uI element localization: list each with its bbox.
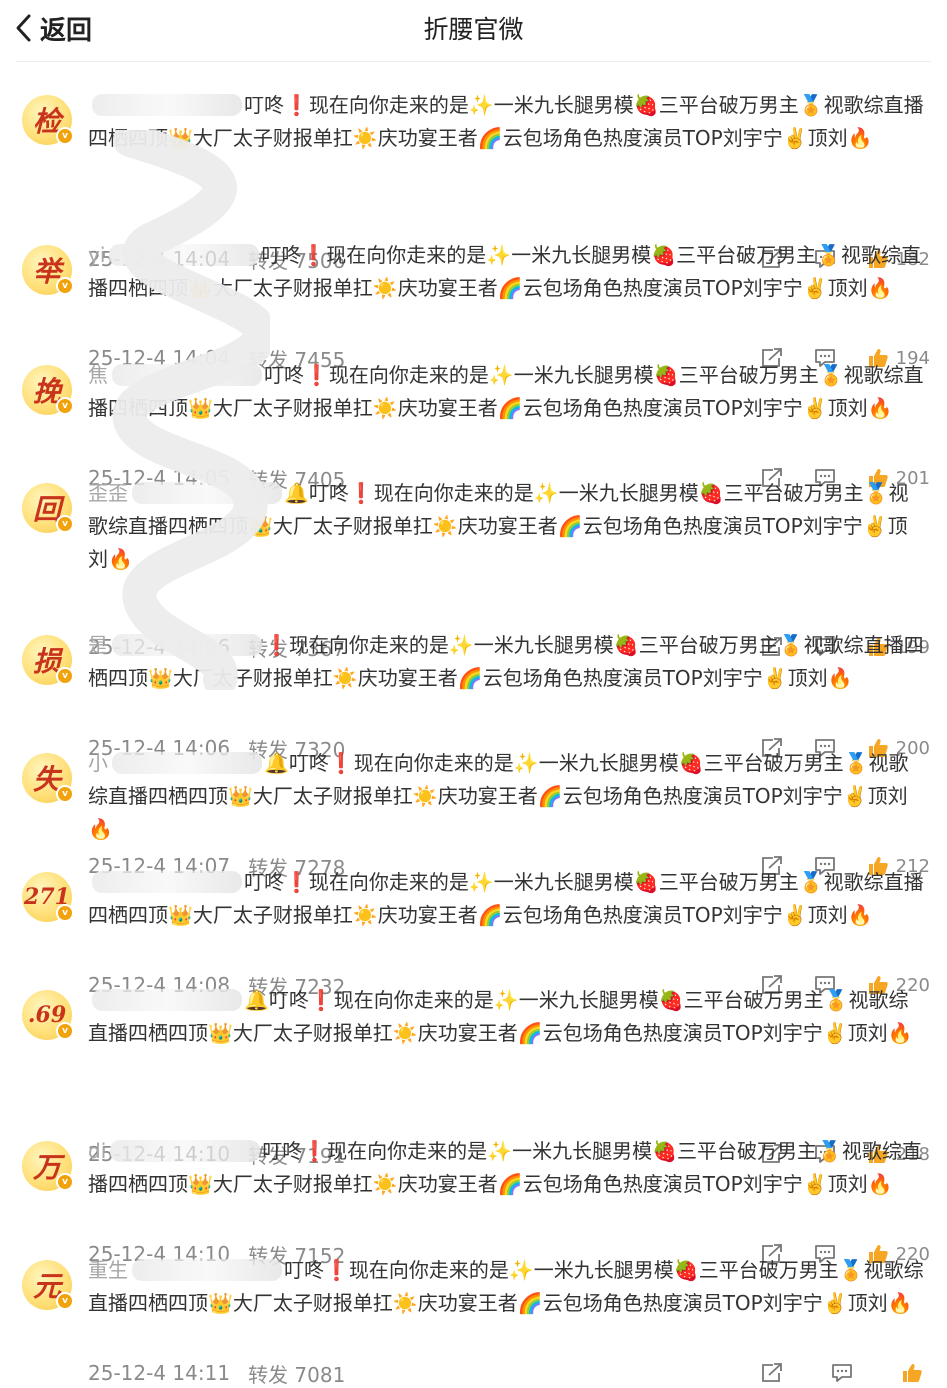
repost-text: di 叮咚❗现在向你走来的是✨一米九长腿男模🍓三平台破万男主🏅视歌综直播四栖四顶👑… [88,1135,924,1201]
repost-text: 🔔叮咚❗现在向你走来的是✨一米九长腿男模🍓三平台破万男主🏅视歌综直播四栖四顶👑大… [88,984,924,1050]
blurred-username [112,752,262,774]
repost-text: yi 叮咚❗现在向你走来的是✨一米九长腿男模🍓三平台破万男主🏅视歌综直播四栖四顶👑… [88,239,924,305]
verified-badge-icon: v [56,277,74,295]
page-title: 折腰官微 [423,15,524,44]
verified-badge-icon: v [56,397,74,415]
avatar[interactable]: 举 v [22,245,74,295]
meta-row: 25-12-4 14:11 转发 7081 [88,1360,346,1387]
like-icon [900,1361,924,1385]
avatar[interactable]: 失 v [22,753,74,803]
top-nav-bar: 返回 折腰官微 [0,0,947,58]
avatar[interactable]: 损 v [22,635,74,685]
avatar[interactable]: 回 v [22,483,74,533]
comment-icon[interactable] [830,1362,854,1384]
verified-badge-icon: v [56,1173,74,1191]
blurred-username [92,871,242,893]
repost-text: 歪歪 🔔叮咚❗现在向你走来的是✨一米九长腿男模🍓三平台破万男主🏅视歌综直播四栖四顶… [88,477,924,576]
repost-text: 叮咚❗现在向你走来的是✨一米九长腿男模🍓三平台破万男主🏅视歌综直播四栖四顶👑大厂… [88,866,924,932]
username[interactable]: 是 [88,633,108,657]
verified-badge-icon: v [56,785,74,803]
username[interactable]: 重生 [88,1258,128,1282]
verified-badge-icon: v [56,1022,74,1040]
username[interactable]: di [88,1139,106,1163]
avatar[interactable]: 检 v [22,95,74,145]
verified-badge-icon: v [56,667,74,685]
like-button[interactable] [900,1361,930,1385]
repost-text: 重生 叮咚❗现在向你走来的是✨一米九长腿男模🍓三平台破万男主🏅视歌综直播四栖四顶👑… [88,1254,924,1320]
avatar[interactable]: .69 v [22,990,74,1040]
username[interactable]: 小 [88,751,108,775]
repost-text: 叮咚❗现在向你走来的是✨一米九长腿男模🍓三平台破万男主🏅视歌综直播四栖四顶👑大厂… [88,89,924,155]
repost-count: 转发 7081 [248,1362,346,1387]
blurred-username [112,364,262,386]
repost-text: 小 🔔叮咚❗现在向你走来的是✨一米九长腿男模🍓三平台破万男主🏅视歌综直播四栖四顶👑… [88,747,924,846]
verified-badge-icon: v [56,515,74,533]
blurred-username [110,1140,261,1162]
action-bar [760,1360,930,1386]
avatar[interactable]: 271 v [22,872,74,922]
share-icon[interactable] [760,1362,784,1384]
verified-badge-icon: v [56,904,74,922]
blurred-username [92,989,242,1011]
repost-text: 是 ❗现在向你走来的是✨一米九长腿男模🍓三平台破万男主🏅视歌综直播四栖四顶👑大厂太… [88,629,924,695]
username[interactable]: 焦 [88,363,108,387]
blurred-username [132,482,282,504]
repost-text: 焦叮咚❗现在向你走来的是✨一米九长腿男模🍓三平台破万男主🏅视歌综直播四栖四顶👑大… [88,359,924,425]
post-time: 25-12-4 14:11 [88,1361,231,1385]
avatar[interactable]: 元 v [22,1260,74,1310]
blurred-username [109,244,260,266]
username[interactable]: yi [88,243,105,267]
verified-badge-icon: v [56,1292,74,1310]
avatar[interactable]: 万 v [22,1141,74,1191]
blurred-username [132,1259,282,1281]
username[interactable]: 歪歪 [88,481,128,505]
verified-badge-icon: v [56,127,74,145]
blurred-username [92,94,242,116]
header-divider [16,61,931,62]
avatar[interactable]: 挽 v [22,365,74,415]
blurred-username [112,634,262,656]
